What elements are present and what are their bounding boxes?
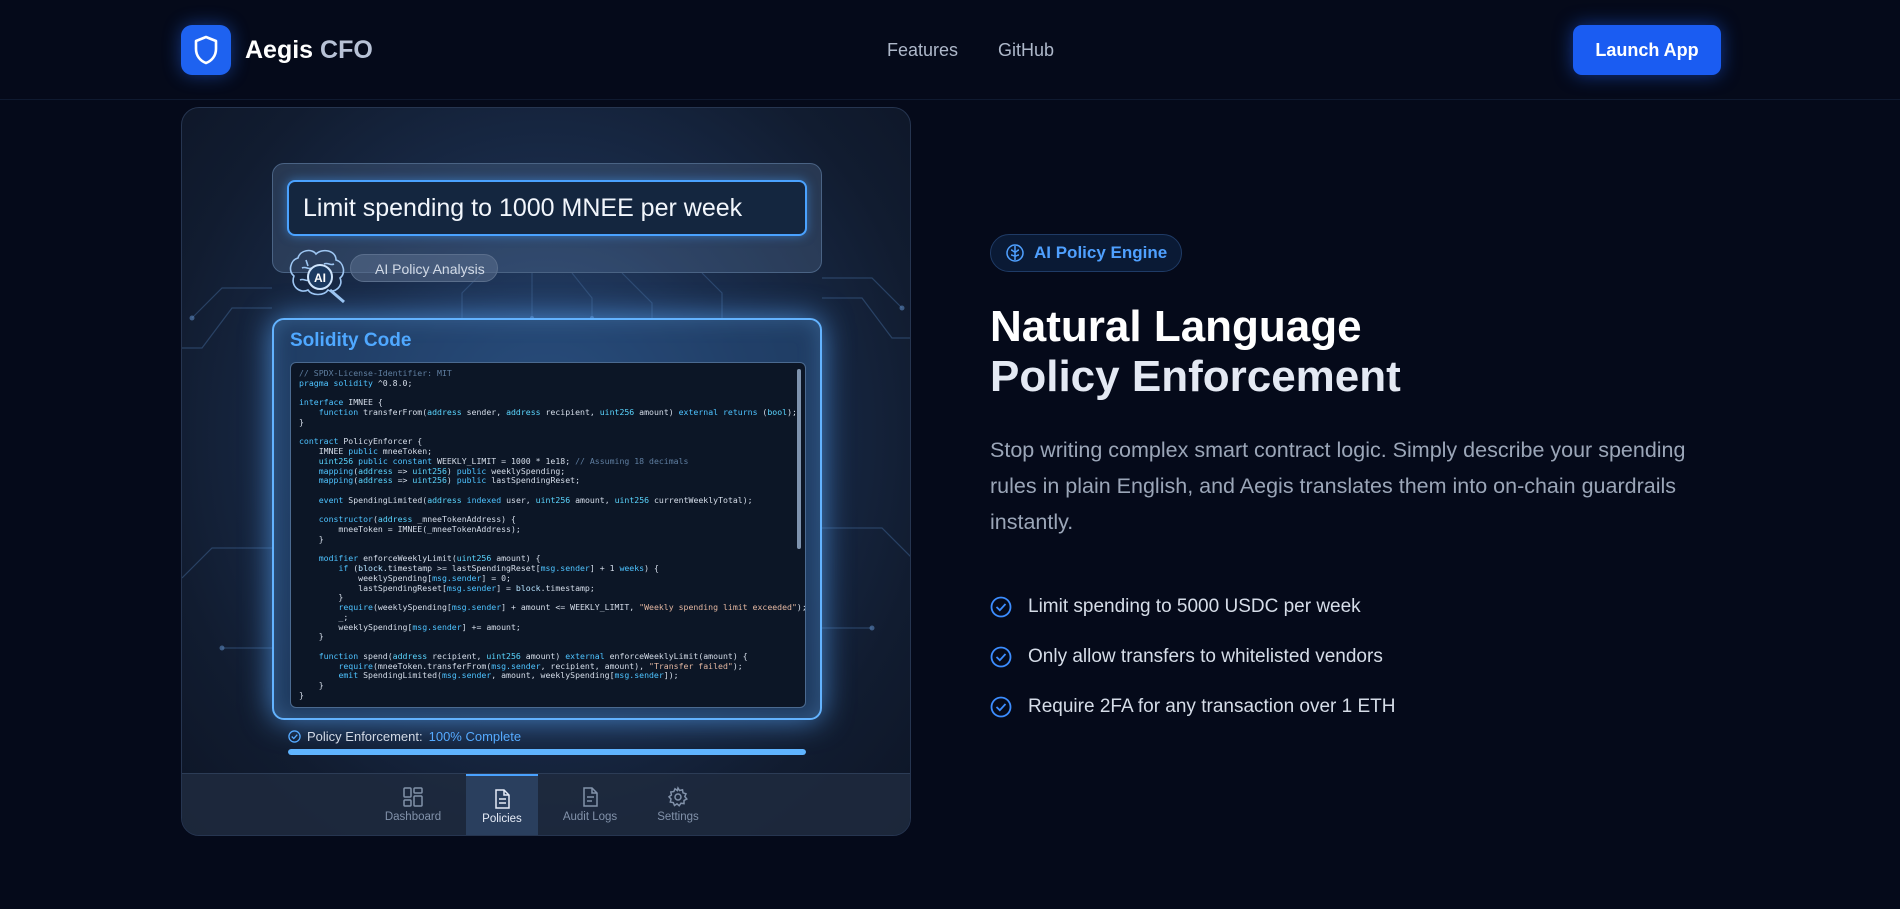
policy-status: Policy Enforcement: 100% Complete [288,729,521,744]
progress-fill [288,749,806,755]
brand-name[interactable]: Aegis CFO [245,36,373,65]
dashboard-icon [403,787,423,807]
launch-app-button[interactable]: Launch App [1573,25,1721,75]
feature-item: Limit spending to 5000 USDC per week [990,582,1396,632]
site-header: Aegis CFO Features GitHub Launch App [0,0,1900,100]
code-title: Solidity Code [290,330,412,351]
ai-policy-engine-badge: AI Policy Engine [990,234,1183,272]
document-icon [495,789,510,809]
solidity-code-text: // SPDX-License-Identifier: MIT pragma s… [299,368,806,700]
check-circle-icon [288,730,301,743]
check-circle-icon [990,696,1012,718]
feature-item: Require 2FA for any transaction over 1 E… [990,682,1396,732]
demo-tab-bar: Dashboard Policies Audit Logs Settings [182,773,910,835]
nav-features-link[interactable]: Features [887,40,958,61]
enforcement-progress-bar [288,749,806,755]
main-nav: Features GitHub [887,40,1054,61]
brain-icon [1006,244,1024,262]
shield-logo-icon[interactable] [181,25,231,75]
status-value: 100% Complete [428,729,522,744]
tab-dashboard-label: Dashboard [384,811,442,823]
badge-label: AI Policy Engine [1034,243,1168,262]
hero-description: Stop writing complex smart contract logi… [990,438,1686,534]
brain-ai-text: AI [314,271,326,285]
code-editor[interactable]: // SPDX-License-Identifier: MIT pragma s… [290,362,806,708]
feature-text: Only allow transfers to whitelisted vend… [1028,646,1383,667]
gear-icon [667,786,688,807]
check-circle-icon [990,646,1012,668]
file-text-icon [583,787,598,807]
ai-policy-analysis-chip: AI Policy Analysis [350,254,498,282]
policy-prompt-input[interactable] [287,180,807,236]
check-circle-icon [990,596,1012,618]
solidity-code-panel: Solidity Code // SPDX-License-Identifier… [272,318,822,720]
tab-settings-label: Settings [657,811,699,823]
tab-dashboard[interactable]: Dashboard [377,774,449,835]
feature-item: Only allow transfers to whitelisted vend… [990,632,1396,682]
feature-text: Require 2FA for any transaction over 1 E… [1028,696,1396,717]
feature-list: Limit spending to 5000 USDC per week Onl… [990,582,1396,732]
brand-main: Aegis [245,36,314,64]
hero-headline: Natural Language Policy Enforcement [990,302,1401,402]
status-label: Policy Enforcement: [307,729,423,744]
code-scrollbar[interactable] [797,369,801,549]
tab-audit-logs-label: Audit Logs [562,811,618,823]
tab-audit-logs[interactable]: Audit Logs [554,774,626,835]
ai-brain-icon: AI [289,249,345,304]
headline-line-1: Natural Language [990,302,1362,351]
nav-github-link[interactable]: GitHub [998,40,1054,61]
tab-policies-label: Policies [482,813,522,825]
brand-sub: CFO [320,36,373,64]
feature-text: Limit spending to 5000 USDC per week [1028,596,1361,617]
tab-policies[interactable]: Policies [466,774,538,835]
policy-demo-card: AI AI Policy Analysis Solidity Code // S… [181,107,911,836]
headline-line-2: Policy Enforcement [990,352,1401,401]
tab-settings[interactable]: Settings [642,774,714,835]
